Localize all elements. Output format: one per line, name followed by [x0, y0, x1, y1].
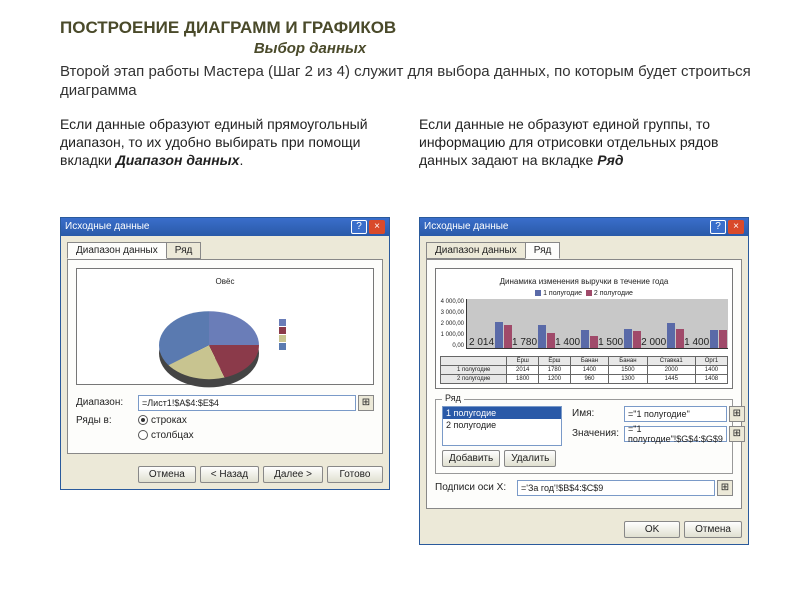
dialog-titlebar[interactable]: Исходные данные ? ×	[61, 218, 389, 236]
pie-legend	[279, 319, 291, 351]
list-item: 2 полугодие	[443, 419, 561, 431]
page-title: ПОСТРОЕНИЕ ДИАГРАММ И ГРАФИКОВ	[60, 18, 760, 38]
series-listbox[interactable]: 1 полугодие 2 полугодие	[442, 406, 562, 446]
left-description: Если данные образуют единый прямоугольны…	[60, 115, 401, 207]
name-input[interactable]: ="1 полугодие"	[624, 406, 727, 422]
ok-button[interactable]: OK	[624, 521, 680, 538]
bar-legend: 1 полугодие 2 полугодие	[440, 290, 728, 297]
xaxis-label: Подписи оси X:	[435, 482, 517, 493]
intro-text: Второй этап работы Мастера (Шаг 2 из 4) …	[60, 63, 760, 101]
values-label: Значения:	[572, 428, 624, 439]
next-button[interactable]: Далее >	[263, 466, 323, 483]
back-button[interactable]: < Назад	[200, 466, 259, 483]
range-ref-button[interactable]: ⊞	[358, 395, 374, 411]
range-label: Диапазон:	[76, 397, 138, 408]
delete-button[interactable]: Удалить	[504, 450, 556, 467]
bar-chart-preview: Динамика изменения выручки в течение год…	[435, 268, 733, 389]
name-label: Имя:	[572, 408, 624, 419]
tab-range[interactable]: Диапазон данных	[67, 242, 167, 259]
values-input[interactable]: ="1 полугодие"!$G$4:$G$9	[624, 426, 727, 442]
bar-data-table: ЁршЁрш БананБанан Ставка1Орг1 1 полугоди…	[440, 356, 728, 384]
close-button[interactable]: ×	[369, 220, 385, 234]
xaxis-ref-button[interactable]: ⊞	[717, 480, 733, 496]
values-ref-button[interactable]: ⊞	[729, 426, 745, 442]
help-button[interactable]: ?	[351, 220, 367, 234]
radio-cols[interactable]: столбцах	[138, 430, 194, 441]
xaxis-input[interactable]: ='За год'!$B$4:$C$9	[517, 480, 715, 496]
bar-title: Динамика изменения выручки в течение год…	[440, 277, 728, 286]
right-description: Если данные не образуют единой группы, т…	[419, 115, 760, 207]
add-button[interactable]: Добавить	[442, 450, 500, 467]
page-subtitle: Выбор данных	[140, 40, 480, 57]
dialog-title: Исходные данные	[65, 221, 349, 232]
rowsin-label: Ряды в:	[76, 415, 138, 426]
tab-series[interactable]: Ряд	[525, 242, 561, 259]
cancel-button[interactable]: Отмена	[138, 466, 196, 483]
radio-rows[interactable]: строках	[138, 415, 187, 426]
dialog-left: Исходные данные ? × Диапазон данных Ряд …	[60, 217, 390, 490]
tab-series[interactable]: Ряд	[166, 242, 202, 259]
help-button[interactable]: ?	[710, 220, 726, 234]
name-ref-button[interactable]: ⊞	[729, 406, 745, 422]
series-group-label: Ряд	[442, 393, 464, 403]
close-button[interactable]: ×	[728, 220, 744, 234]
cancel-button[interactable]: Отмена	[684, 521, 742, 538]
pie-chart-preview: Овёс	[76, 268, 374, 385]
pie-title: Овёс	[81, 277, 369, 286]
dialog-titlebar-2[interactable]: Исходные данные ? ×	[420, 218, 748, 236]
dialog-right: Исходные данные ? × Диапазон данных Ряд …	[419, 217, 749, 545]
finish-button[interactable]: Готово	[327, 466, 383, 483]
range-input[interactable]: =Лист1!$A$4:$E$4	[138, 395, 356, 411]
tab-range[interactable]: Диапазон данных	[426, 242, 526, 259]
list-item: 1 полугодие	[443, 407, 561, 419]
